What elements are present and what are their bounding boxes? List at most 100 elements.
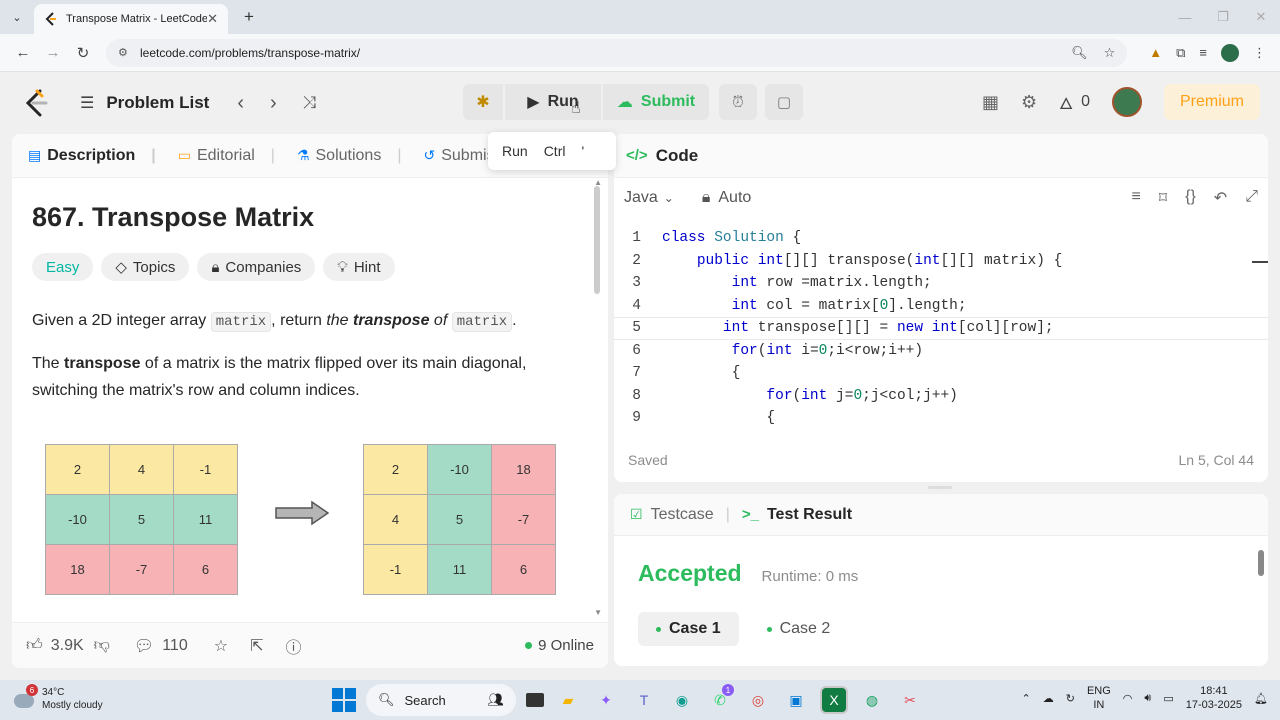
premium-button[interactable]: Premium: [1163, 84, 1260, 120]
browser-menu-icon[interactable]: ⋮: [1253, 45, 1266, 61]
code-tab-label[interactable]: Code: [656, 146, 699, 166]
favorite-star-icon[interactable]: ☆: [214, 636, 228, 656]
leetcode-logo-icon[interactable]: [20, 87, 52, 119]
code-text[interactable]: for(int i=0;i<row;i++): [662, 343, 923, 359]
share-icon[interactable]: ⇱: [250, 636, 263, 656]
code-text[interactable]: int col = matrix[0].length;: [662, 298, 967, 314]
media-control-icon[interactable]: ≡: [1199, 45, 1207, 60]
excel-icon[interactable]: X: [820, 686, 848, 714]
new-tab-plus-icon[interactable]: +: [234, 2, 264, 32]
result-scrollbar[interactable]: [1258, 550, 1264, 576]
whatsapp-icon[interactable]: ✆ 1: [706, 684, 734, 714]
dislike-button[interactable]: 👎︎: [94, 636, 110, 655]
code-text[interactable]: {: [662, 410, 775, 426]
bookmark-icon[interactable]: ⌑: [1159, 188, 1167, 208]
chrome-icon[interactable]: ◎: [744, 686, 772, 714]
problem-list-link[interactable]: ☰ Problem List: [80, 93, 209, 113]
help-icon[interactable]: ⓘ: [285, 634, 301, 658]
code-text[interactable]: public int[][] transpose(int[][] matrix)…: [662, 253, 1063, 269]
site-info-icon[interactable]: ⚙: [118, 46, 132, 59]
streak-counter[interactable]: 🜂 0: [1059, 86, 1090, 119]
tab-editorial[interactable]: ▭ Editorial |: [178, 147, 275, 165]
code-line[interactable]: 5 int transpose[][] = new int[col][row];: [614, 317, 1268, 340]
tray-chevron-up-icon[interactable]: ⌃: [1022, 692, 1031, 705]
reset-icon[interactable]: ↶: [1214, 188, 1227, 208]
case-1-tab[interactable]: Case 1: [638, 612, 739, 646]
taskbar-search[interactable]: 🔍︎ Search 👥︎: [366, 684, 516, 716]
snipping-tool-icon[interactable]: ✂: [896, 686, 924, 714]
tab-testcase[interactable]: ☑ Testcase: [630, 506, 714, 524]
tab-close-icon[interactable]: ✕: [207, 11, 218, 27]
code-line[interactable]: 4 int col = matrix[0].length;: [614, 295, 1268, 318]
code-line[interactable]: 2 public int[][] transpose(int[][] matri…: [614, 250, 1268, 273]
code-text[interactable]: int row =matrix.length;: [662, 275, 932, 291]
system-clock[interactable]: 18:41 17-03-2025: [1186, 684, 1242, 712]
url-omnibox[interactable]: ⚙ leetcode.com/problems/transpose-matrix…: [106, 38, 1128, 67]
maximize-icon[interactable]: ❐: [1204, 0, 1242, 34]
task-view-icon[interactable]: [526, 693, 544, 707]
minimize-icon[interactable]: —: [1166, 0, 1204, 34]
weather-widget[interactable]: 6 34°C Mostly cloudy: [14, 684, 103, 712]
tab-solutions[interactable]: ⚗ Solutions |: [297, 147, 402, 165]
copilot-icon[interactable]: ✦: [592, 686, 620, 714]
companies-tag[interactable]: 🔒︎ Companies: [197, 253, 316, 281]
code-text[interactable]: {: [662, 365, 741, 381]
extensions-puzzle-icon[interactable]: ⧉: [1176, 45, 1185, 61]
topics-tag[interactable]: ◇ Topics: [101, 253, 190, 281]
case-2-tab[interactable]: Case 2: [749, 612, 849, 646]
code-line[interactable]: 7 {: [614, 362, 1268, 385]
debug-button[interactable]: ✱: [463, 84, 503, 120]
window-close-icon[interactable]: ✕: [1242, 0, 1280, 34]
zoom-icon[interactable]: 🔍︎: [1071, 45, 1088, 61]
sync-icon[interactable]: ↻: [1066, 692, 1075, 705]
fullscreen-icon[interactable]: ⤢: [1245, 188, 1258, 208]
forward-arrow-icon[interactable]: →: [38, 38, 68, 68]
format-lines-icon[interactable]: ≡: [1132, 188, 1141, 208]
prev-problem-chevron-icon[interactable]: ‹: [237, 92, 244, 115]
comments-button[interactable]: 💬︎ 110: [134, 636, 188, 656]
shuffle-icon[interactable]: ⤨: [303, 93, 317, 113]
wifi-icon[interactable]: ◠: [1123, 692, 1133, 705]
run-button[interactable]: ▶ Run: [505, 84, 601, 120]
next-problem-chevron-icon[interactable]: ›: [270, 92, 277, 115]
code-text[interactable]: class Solution {: [662, 230, 801, 246]
layout-grid-icon[interactable]: ▦: [982, 92, 999, 113]
timer-button[interactable]: ⏰︎: [719, 84, 757, 120]
chrome-profile-icon[interactable]: ◍: [858, 686, 886, 714]
language-select[interactable]: Java ⌄: [624, 189, 674, 207]
battery-icon[interactable]: ▭: [1163, 692, 1173, 705]
notes-button[interactable]: ▢: [765, 84, 803, 120]
code-line[interactable]: 1 class Solution {: [614, 227, 1268, 250]
code-text[interactable]: for(int j=0;j<col;j++): [662, 388, 957, 404]
submit-button[interactable]: ☁ Submit: [603, 84, 709, 120]
url-text[interactable]: leetcode.com/problems/transpose-matrix/: [140, 46, 1071, 60]
back-arrow-icon[interactable]: ←: [8, 38, 38, 68]
code-text[interactable]: int transpose[][] = new int[col][row];: [662, 320, 1054, 336]
tab-search-chevron-icon[interactable]: ⌄: [0, 0, 34, 34]
code-line[interactable]: 9 {: [614, 407, 1268, 430]
code-line[interactable]: 3 int row =matrix.length;: [614, 272, 1268, 295]
browser-tab[interactable]: Transpose Matrix - LeetCode ✕: [34, 4, 228, 34]
file-explorer-icon[interactable]: ▰: [554, 686, 582, 714]
hint-tag[interactable]: 💡︎ Hint: [323, 253, 395, 281]
code-line[interactable]: 8 for(int j=0;j<col;j++): [614, 385, 1268, 408]
settings-gear-icon[interactable]: ⚙: [1021, 92, 1037, 113]
auto-mode[interactable]: 🔒︎ Auto: [702, 189, 751, 207]
reload-icon[interactable]: ↻: [68, 38, 98, 68]
scroll-down-icon[interactable]: ▼: [594, 608, 602, 617]
bookmark-star-icon[interactable]: ☆: [1104, 45, 1116, 61]
onedrive-cloud-icon[interactable]: ☁: [1043, 692, 1054, 705]
browser-profile-avatar[interactable]: [1221, 43, 1239, 62]
input-language[interactable]: ENG IN: [1087, 684, 1111, 712]
extension-bell-icon[interactable]: ▲: [1149, 45, 1162, 60]
panel-splitter-handle[interactable]: [928, 486, 952, 489]
notifications-bell-icon[interactable]: 🔔︎: [1254, 692, 1268, 705]
braces-icon[interactable]: {}: [1185, 188, 1196, 208]
volume-icon[interactable]: 🔊︎: [1144, 692, 1151, 705]
code-editor[interactable]: 1 class Solution {2 public int[][] transp…: [614, 227, 1268, 431]
windows-start-icon[interactable]: [332, 688, 356, 712]
problem-title[interactable]: 867. Transpose Matrix: [32, 202, 588, 233]
description-scrollbar[interactable]: [594, 186, 600, 294]
teams-icon[interactable]: T: [630, 686, 658, 714]
tab-description[interactable]: ▤ Description |: [28, 147, 156, 165]
